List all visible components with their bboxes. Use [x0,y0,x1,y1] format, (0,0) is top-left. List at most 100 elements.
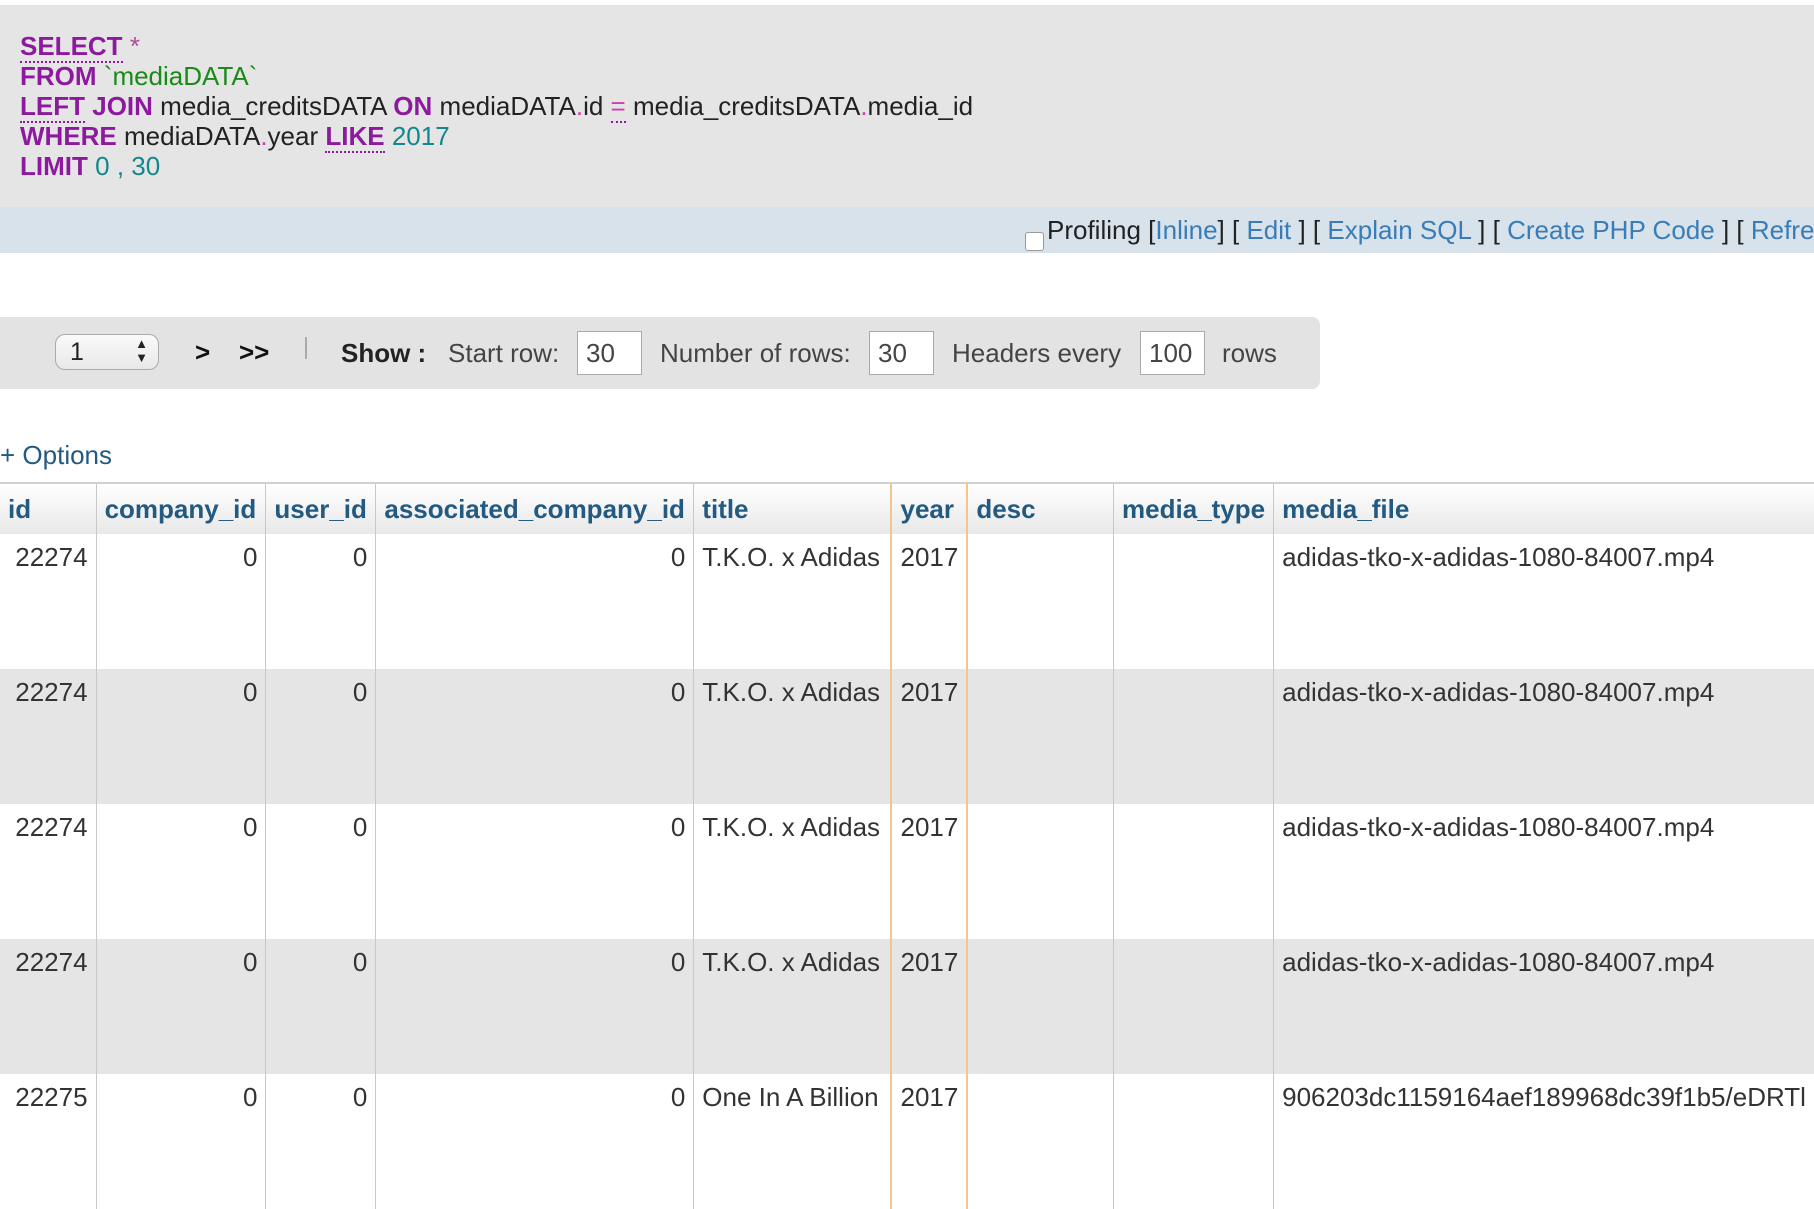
next-page-button[interactable]: > [195,337,210,368]
cell-user-id: 0 [265,669,376,804]
cell-media-file: adidas-tko-x-adidas-1080-84007.mp4 [1273,669,1814,804]
cell-id: 22274 [0,804,97,939]
cell-desc [966,669,1114,804]
cell-id: 22274 [0,669,97,804]
cell-desc [966,1074,1114,1209]
sql-identifier: media_creditsDATA [160,91,387,121]
sql-identifier: id [583,91,604,121]
cell-desc [966,804,1114,939]
cell-year: 2017 [890,534,969,669]
profiling-checkbox[interactable] [1025,232,1044,251]
sql-number: 0 [95,151,110,181]
cell-id: 22275 [0,1074,97,1209]
inline-link[interactable]: Inline [1155,215,1217,245]
sql-comma: , [116,151,125,181]
cell-associated-company-id: 0 [375,534,694,669]
cell-desc [966,939,1114,1074]
last-page-button[interactable]: >> [239,337,269,368]
number-of-rows-label: Number of rows: [660,338,851,368]
column-header-associated-company-id[interactable]: associated_company_id [375,482,694,534]
cell-media-type [1113,534,1274,669]
cell-media-file: adidas-tko-x-adidas-1080-84007.mp4 [1273,939,1814,1074]
sql-keyword: JOIN [92,91,153,121]
page-select-value: 1 [70,338,84,366]
sql-identifier: media_creditsDATA [632,91,861,121]
edit-link[interactable]: Edit [1246,215,1291,245]
rows-label: rows [1222,338,1277,368]
sql-code: SELECT * FROM `mediaDATA` LEFT JOIN medi… [20,31,973,181]
cell-id: 22274 [0,534,97,669]
sql-identifier: mediaDATA [439,91,576,121]
sql-query-box: SELECT * FROM `mediaDATA` LEFT JOIN medi… [0,5,1814,207]
cell-id: 22274 [0,939,97,1074]
cell-media-file: adidas-tko-x-adidas-1080-84007.mp4 [1273,804,1814,939]
header-row: id company_id user_id associated_company… [0,482,1814,534]
cell-user-id: 0 [265,804,376,939]
column-header-media-type[interactable]: media_type [1113,482,1274,534]
profiling-label: Profiling [1047,215,1141,245]
cell-title: T.K.O. x Adidas [693,939,892,1074]
explain-sql-link[interactable]: Explain SQL [1327,215,1471,245]
cell-user-id: 0 [265,1074,376,1209]
cell-title: T.K.O. x Adidas [693,804,892,939]
cell-company-id: 0 [95,939,266,1074]
cell-media-type [1113,1074,1274,1209]
cell-year: 2017 [890,1074,969,1209]
cell-media-type [1113,669,1274,804]
options-link[interactable]: + Options [0,440,112,471]
column-header-year[interactable]: year [890,482,969,534]
cell-title: One In A Billion [693,1074,892,1209]
select-arrows-icon: ▲ ▼ [135,336,148,365]
table-row[interactable]: 22275 0 0 0 One In A Billion 2017 906203… [0,1074,1814,1209]
table-row[interactable]: 22274 0 0 0 T.K.O. x Adidas 2017 adidas-… [0,534,1814,669]
sql-star: * [129,31,140,61]
refresh-link[interactable]: Refre [1751,215,1814,245]
cell-desc [966,534,1114,669]
column-header-company-id[interactable]: company_id [95,482,266,534]
sql-number: 30 [131,151,161,181]
page-select[interactable]: 1 ▲ ▼ [55,334,159,370]
cell-year: 2017 [890,939,969,1074]
headers-every-label: Headers every [952,338,1122,368]
cell-company-id: 0 [95,1074,266,1209]
cell-title: T.K.O. x Adidas [693,534,892,669]
cell-company-id: 0 [95,804,266,939]
column-header-user-id[interactable]: user_id [265,482,376,534]
table-row[interactable]: 22274 0 0 0 T.K.O. x Adidas 2017 adidas-… [0,804,1814,939]
cell-year: 2017 [890,804,969,939]
column-header-id[interactable]: id [0,482,97,534]
start-row-label: Start row: [448,338,560,368]
sql-dot: . [575,91,584,121]
sql-keyword: SELECT [20,31,123,63]
cell-year: 2017 [890,669,969,804]
create-php-code-link[interactable]: Create PHP Code [1507,215,1715,245]
sql-identifier: media_id [867,91,974,121]
table-row[interactable]: 22274 0 0 0 T.K.O. x Adidas 2017 adidas-… [0,669,1814,804]
cell-company-id: 0 [95,669,266,804]
cell-user-id: 0 [265,534,376,669]
sql-keyword: LEFT [20,91,85,123]
cell-media-file: 906203dc1159164aef189968dc39f1b5/eDRTl [1273,1074,1814,1209]
start-row-input[interactable]: 30 [577,331,642,375]
cell-media-type [1113,804,1274,939]
sql-keyword: ON [393,91,433,121]
pagination-bar: 1 ▲ ▼ > >> Show : Start row: 30 Number of… [0,317,1320,389]
sql-dot: . [860,91,868,121]
cell-user-id: 0 [265,939,376,1074]
headers-every-input[interactable]: 100 [1140,331,1205,375]
column-header-desc[interactable]: desc [966,482,1114,534]
table-row[interactable]: 22274 0 0 0 T.K.O. x Adidas 2017 adidas-… [0,939,1814,1074]
sql-dot: . [260,121,268,151]
sql-keyword: LIMIT [20,151,88,181]
number-of-rows-input[interactable]: 30 [869,331,934,375]
results-table: id company_id user_id associated_company… [0,482,1814,1209]
column-header-media-file[interactable]: media_file [1273,482,1814,534]
query-action-bar: Profiling [Inline] [ Edit ] [ Explain SQ… [0,207,1814,253]
sql-keyword: LIKE [325,121,385,153]
column-header-title[interactable]: title [693,482,892,534]
cell-media-file: adidas-tko-x-adidas-1080-84007.mp4 [1273,534,1814,669]
sql-identifier: year [267,121,319,151]
sql-keyword: FROM [20,61,97,91]
show-label: Show : [341,338,427,368]
sql-table-name: `mediaDATA` [103,61,258,91]
